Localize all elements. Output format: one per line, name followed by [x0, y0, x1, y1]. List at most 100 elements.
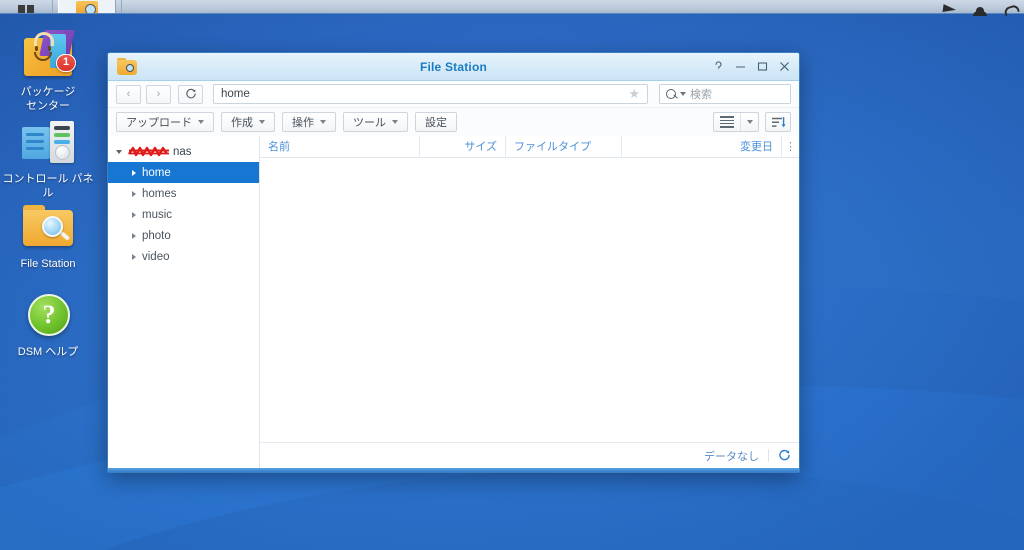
tools-button[interactable]: ツール — [343, 112, 408, 132]
maximize-icon — [757, 62, 767, 71]
refresh-button[interactable] — [178, 84, 203, 104]
chevron-down-icon — [116, 149, 122, 154]
view-mode-group — [713, 112, 759, 132]
search-box[interactable]: 検索 — [659, 84, 791, 104]
taskbar-divider-2 — [121, 0, 122, 13]
list-view-icon — [720, 115, 734, 129]
upload-button-label: アップロード — [126, 117, 192, 129]
file-list-panel: 名前 サイズ ファイルタイプ 変更日 ⋮ データなし — [260, 135, 799, 468]
sidebar-item-root[interactable]: nas — [108, 141, 259, 162]
desktop-icon-label: パッケージ センター — [21, 85, 76, 113]
desktop-icon-dsm-help[interactable]: ? DSM ヘルプ — [0, 288, 96, 359]
chevron-right-icon — [132, 232, 136, 239]
package-center-badge: 1 — [56, 54, 76, 72]
column-header-filetype[interactable]: ファイルタイプ — [505, 135, 621, 158]
file-station-window: File Station ‹ › home ★ 検索 アップロード 作成 操作 … — [107, 52, 800, 473]
upload-button[interactable]: アップロード — [116, 112, 214, 132]
chevron-right-icon — [132, 190, 136, 197]
status-refresh-button[interactable] — [778, 449, 791, 462]
minimize-icon — [735, 66, 745, 68]
question-mark-glyph: ? — [28, 294, 70, 336]
chevron-down-icon — [392, 120, 398, 124]
toolbar-right-group — [713, 112, 791, 132]
help-icon — [714, 61, 722, 69]
window-bottom-edge — [108, 468, 799, 472]
settings-button-label: 設定 — [425, 117, 447, 129]
sidebar-item-label: homes — [142, 187, 177, 200]
label-line-1: パッケージ — [20, 86, 76, 98]
chevron-down-icon — [198, 120, 204, 124]
taskbar — [0, 0, 1024, 16]
chevron-down-icon[interactable] — [680, 92, 686, 96]
desktop-icon-control-panel[interactable]: コントロール パネル — [0, 115, 96, 200]
toolbar: アップロード 作成 操作 ツール 設定 — [108, 108, 799, 136]
create-button[interactable]: 作成 — [221, 112, 275, 132]
window-title: File Station — [419, 59, 488, 74]
forward-button[interactable]: › — [146, 84, 171, 104]
chevron-down-icon — [746, 120, 753, 124]
desktop-icon-file-station[interactable]: File Station — [0, 200, 96, 271]
file-station-icon — [76, 1, 98, 13]
desktop-icon-label: DSM ヘルプ — [17, 346, 79, 358]
chevron-down-icon — [259, 120, 265, 124]
taskbar-tray — [942, 0, 1024, 16]
settings-button[interactable]: 設定 — [415, 112, 457, 132]
back-button[interactable]: ‹ — [116, 84, 141, 104]
sidebar-item-video[interactable]: video — [108, 246, 259, 267]
chevron-right-icon — [132, 211, 136, 218]
path-input[interactable] — [214, 88, 622, 100]
maximize-button[interactable] — [751, 56, 773, 78]
desktop-icon-package-center[interactable]: 1 パッケージ センター — [0, 28, 96, 113]
window-body: nas home homes music photo video 名前 サイズ … — [108, 135, 799, 468]
sidebar-item-label: music — [142, 208, 173, 221]
sidebar-item-home[interactable]: home — [108, 162, 259, 183]
column-headers: 名前 サイズ ファイルタイプ 変更日 ⋮ — [260, 135, 799, 158]
sidebar-item-music[interactable]: music — [108, 204, 259, 225]
column-header-modified[interactable]: 変更日 — [621, 135, 781, 158]
user-icon[interactable] — [972, 2, 988, 16]
create-button-label: 作成 — [231, 117, 253, 129]
desktop-icon-label: File Station — [20, 258, 76, 270]
sidebar-item-photo[interactable]: photo — [108, 225, 259, 246]
window-titlebar[interactable]: File Station — [108, 53, 799, 81]
file-list-empty[interactable] — [260, 158, 799, 442]
column-header-size[interactable]: サイズ — [419, 135, 505, 158]
action-button-label: 操作 — [292, 117, 314, 129]
sidebar-item-label: video — [142, 250, 170, 263]
action-button[interactable]: 操作 — [282, 112, 336, 132]
minimize-button[interactable] — [729, 56, 751, 78]
desktop-icon-label: コントロール パネル — [2, 173, 94, 199]
address-bar[interactable]: ★ — [213, 84, 648, 104]
refresh-icon — [185, 88, 196, 99]
label-line-2: センター — [26, 100, 70, 112]
main-menu-button[interactable] — [0, 5, 52, 13]
tools-button-label: ツール — [353, 117, 386, 129]
sidebar-item-label: photo — [142, 229, 171, 242]
list-view-button[interactable] — [714, 113, 740, 131]
sidebar-root-label: nas — [173, 145, 192, 158]
help-button[interactable] — [707, 56, 729, 78]
control-panel-icon — [20, 115, 76, 167]
column-options-icon[interactable]: ⋮ — [781, 135, 799, 158]
taskbar-item-file-station[interactable] — [58, 0, 116, 13]
sort-icon — [771, 116, 786, 127]
sort-button[interactable] — [765, 112, 791, 132]
scribble-icon — [128, 146, 169, 156]
search-placeholder: 検索 — [690, 89, 712, 101]
window-controls — [707, 56, 799, 78]
file-station-icon — [20, 200, 76, 252]
star-icon[interactable]: ★ — [621, 86, 647, 102]
options-icon[interactable] — [1002, 2, 1018, 13]
column-header-name[interactable]: 名前 — [260, 136, 419, 158]
sidebar-tree: nas home homes music photo video — [108, 136, 260, 468]
status-text: データなし — [704, 450, 759, 463]
status-divider — [768, 449, 769, 462]
chevron-down-icon — [320, 120, 326, 124]
refresh-icon — [779, 449, 790, 461]
sidebar-item-homes[interactable]: homes — [108, 183, 259, 204]
view-mode-dropdown[interactable] — [740, 113, 758, 131]
sidebar-item-label: home — [142, 166, 171, 179]
close-icon — [779, 62, 789, 71]
close-button[interactable] — [773, 56, 795, 78]
notifications-icon[interactable] — [942, 2, 958, 13]
